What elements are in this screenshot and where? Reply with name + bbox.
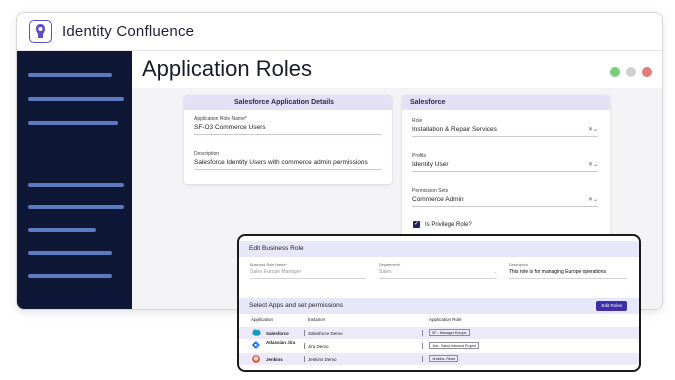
role-select[interactable]: Installation & Repair Services ✕⌄ — [412, 126, 598, 137]
description-field[interactable]: Description Salesforce Identity Users wi… — [194, 151, 382, 170]
apps-section-title: Select Apps and set permissions — [239, 298, 639, 314]
sidebar — [17, 51, 132, 309]
sidebar-item[interactable] — [28, 183, 124, 187]
privilege-role-checkbox-row[interactable]: ✓ Is Privilege Role? — [413, 221, 472, 228]
role-field[interactable]: Role Installation & Repair Services ✕⌄ — [412, 118, 598, 137]
permission-sets-select[interactable]: Commerce Admin ✕⌄ — [412, 196, 598, 207]
top-bar: Identity Confluence — [17, 13, 662, 51]
sidebar-item[interactable] — [28, 97, 124, 101]
description-field[interactable]: Description This role is for managing Eu… — [509, 263, 627, 279]
edit-roles-button[interactable]: Edit Roles — [596, 301, 627, 311]
role-name-input[interactable]: SF-O3 Commerce Users — [194, 124, 382, 135]
sidebar-item[interactable] — [28, 121, 118, 125]
table-row[interactable]: Salesforce Salesforce Demo SF - Manager … — [239, 327, 639, 339]
jira-icon — [252, 341, 260, 349]
sidebar-item[interactable] — [28, 73, 112, 77]
business-role-name-field[interactable]: Business Role Name* Sales Europe Manager — [250, 263, 366, 279]
window-controls — [610, 67, 652, 77]
clear-dropdown-icon[interactable]: ✕⌄ — [588, 196, 598, 203]
card-title: Salesforce — [402, 95, 610, 110]
description-input[interactable]: Salesforce Identity Users with commerce … — [194, 159, 382, 170]
gray-dot-icon[interactable] — [626, 67, 636, 77]
permission-sets-field[interactable]: Permission Sets Commerce Admin ✕⌄ — [412, 188, 598, 207]
jenkins-icon — [252, 355, 260, 363]
table-row[interactable]: Jenkins Jenkins Demo Jenkins- Read — [239, 353, 639, 365]
sidebar-item[interactable] — [28, 205, 124, 209]
sidebar-item[interactable] — [28, 251, 112, 255]
application-details-card: Salesforce Application Details Applicati… — [184, 95, 392, 184]
sidebar-item[interactable] — [28, 228, 96, 232]
red-dot-icon[interactable] — [642, 67, 652, 77]
page-title: Application Roles — [142, 56, 312, 81]
edit-business-role-panel: Edit Business Role Business Role Name* S… — [237, 234, 641, 372]
app-title: Identity Confluence — [62, 23, 195, 40]
profile-field[interactable]: Profile Identity User ✕⌄ — [412, 153, 598, 172]
profile-select[interactable]: Identity User ✕⌄ — [412, 161, 598, 172]
card-title: Salesforce Application Details — [184, 95, 392, 110]
sidebar-item[interactable] — [28, 274, 112, 278]
table-row[interactable]: Atlassian Jira Jira Demo Jira - Sales In… — [239, 339, 639, 353]
panel-title: Edit Business Role — [239, 241, 639, 257]
table-header: Application Instance Application Role — [251, 317, 462, 322]
chevron-down-icon[interactable]: ⌄ — [494, 269, 497, 274]
role-name-field[interactable]: Application Role Name* SF-O3 Commerce Us… — [194, 116, 382, 135]
clear-dropdown-icon[interactable]: ✕⌄ — [588, 126, 598, 133]
salesforce-cloud-icon — [252, 329, 261, 337]
salesforce-card: Salesforce Role Installation & Repair Se… — [402, 95, 610, 245]
app-logo-icon[interactable] — [29, 20, 52, 43]
department-field[interactable]: Department* Sales ⌄ — [379, 263, 497, 279]
checkbox-checked-icon[interactable]: ✓ — [413, 221, 420, 228]
green-dot-icon[interactable] — [610, 67, 620, 77]
clear-dropdown-icon[interactable]: ✕⌄ — [588, 161, 598, 168]
